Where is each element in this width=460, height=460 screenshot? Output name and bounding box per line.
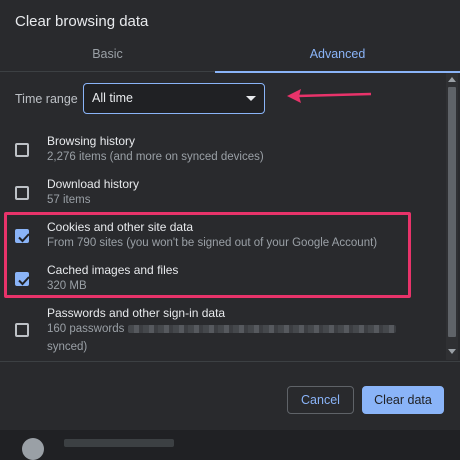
scrollbar[interactable] <box>446 73 458 360</box>
passwords-subtitle: 160 passwords <box>47 323 397 335</box>
option-passwords[interactable]: Passwords and other sign-in data 160 pas… <box>0 305 446 360</box>
annotation-arrow-icon <box>287 89 372 103</box>
time-range-label: Time range <box>15 92 78 106</box>
clear-data-button[interactable]: Clear data <box>362 386 444 414</box>
time-range-value: All time <box>92 91 133 105</box>
annotation-highlight-box <box>4 212 411 298</box>
clear-browsing-data-dialog: Clear browsing data Basic Advanced Time … <box>0 0 460 460</box>
browsing-history-subtitle: 2,276 items (and more on synced devices) <box>47 151 264 163</box>
passwords-checkbox[interactable] <box>15 323 29 337</box>
cancel-button[interactable]: Cancel <box>287 386 354 414</box>
passwords-title: Passwords and other sign-in data <box>47 306 226 320</box>
options-panel: Time range All time Browsing history 2,2… <box>0 73 446 360</box>
download-history-subtitle: 57 items <box>47 194 91 206</box>
scroll-up-icon[interactable] <box>448 77 456 82</box>
time-range-select[interactable]: All time <box>83 83 265 114</box>
passwords-subtitle-continued: synced) <box>47 341 88 353</box>
tab-advanced[interactable]: Advanced <box>215 40 460 73</box>
obscured-background-text <box>64 439 174 447</box>
tab-basic[interactable]: Basic <box>0 40 215 72</box>
download-history-checkbox[interactable] <box>15 186 29 200</box>
browsing-history-checkbox[interactable] <box>15 143 29 157</box>
avatar <box>22 438 44 460</box>
download-history-title: Download history <box>47 177 140 191</box>
scroll-thumb[interactable] <box>448 87 456 337</box>
redacted-text <box>128 324 397 333</box>
passwords-count: 160 passwords <box>47 323 125 335</box>
browsing-history-title: Browsing history <box>47 134 136 148</box>
option-browsing-history[interactable]: Browsing history 2,276 items (and more o… <box>0 133 446 176</box>
dialog-title: Clear browsing data <box>15 13 149 30</box>
footer-divider <box>0 361 460 362</box>
dropdown-caret-icon <box>246 96 256 101</box>
tab-bar: Basic Advanced <box>0 40 460 73</box>
scroll-down-icon[interactable] <box>448 349 456 354</box>
